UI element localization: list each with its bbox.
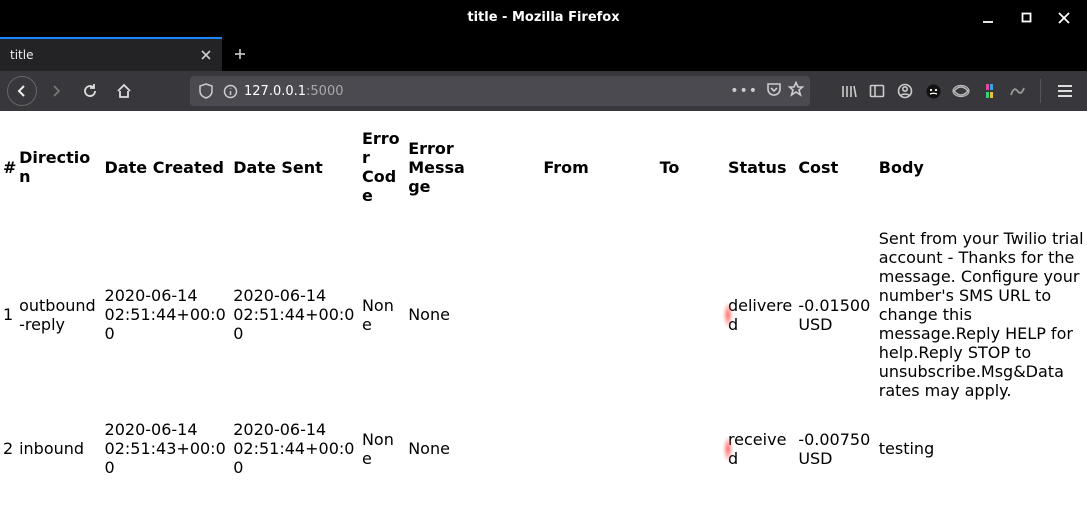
cell-direction: outbound-reply	[16, 219, 101, 410]
cell-from	[476, 410, 657, 487]
status-text: received	[728, 430, 786, 468]
cell-date-created: 2020-06-14 02:51:44+00:00	[102, 219, 231, 410]
page-content: # Direction Date Created Date Sent Error…	[0, 111, 1087, 528]
cell-num: 2	[0, 410, 16, 487]
cell-error-code: None	[359, 410, 405, 487]
url-host: 127.0.0.1	[244, 84, 306, 99]
cell-num: 1	[0, 219, 16, 410]
url-path: :5000	[306, 84, 343, 99]
col-status: Status	[725, 111, 795, 219]
library-icon[interactable]	[838, 80, 860, 102]
messages-table: # Direction Date Created Date Sent Error…	[0, 111, 1087, 487]
home-button[interactable]	[108, 75, 140, 107]
minimize-button[interactable]	[969, 0, 1007, 35]
window-titlebar: title - Mozilla Firefox	[0, 0, 1087, 35]
table-row: 1 outbound-reply 2020-06-14 02:51:44+00:…	[0, 219, 1087, 410]
cell-date-sent: 2020-06-14 02:51:44+00:00	[230, 410, 359, 487]
sidebar-icon[interactable]	[866, 80, 888, 102]
extension-icon-3[interactable]	[978, 80, 1000, 102]
redaction-smudge	[723, 436, 733, 462]
col-error-code: Error Code	[359, 111, 405, 219]
cell-direction: inbound	[16, 410, 101, 487]
extension-icon-1[interactable]	[922, 80, 944, 102]
col-body: Body	[876, 111, 1087, 219]
cell-to	[657, 219, 725, 410]
site-info-icon[interactable]	[220, 81, 240, 101]
cell-to	[657, 410, 725, 487]
tab-label: title	[10, 48, 33, 62]
cell-cost: -0.00750 USD	[795, 410, 875, 487]
app-menu-button[interactable]	[1049, 75, 1081, 107]
cell-date-sent: 2020-06-14 02:51:44+00:00	[230, 219, 359, 410]
tab-strip: title	[0, 35, 1087, 71]
tab-close-button[interactable]	[198, 47, 214, 63]
close-button[interactable]	[1045, 0, 1083, 35]
cell-error-code: None	[359, 219, 405, 410]
window-controls	[969, 0, 1083, 35]
reader-pocket-icon[interactable]	[766, 81, 782, 101]
cell-error-message: None	[405, 219, 475, 410]
cell-body: testing	[876, 410, 1087, 487]
col-cost: Cost	[795, 111, 875, 219]
maximize-button[interactable]	[1007, 0, 1045, 35]
browser-tab[interactable]: title	[0, 37, 222, 71]
col-to: To	[657, 111, 725, 219]
cell-date-created: 2020-06-14 02:51:43+00:00	[102, 410, 231, 487]
cell-error-message: None	[405, 410, 475, 487]
cell-from	[476, 219, 657, 410]
col-num: #	[0, 111, 16, 219]
col-date-created: Date Created	[102, 111, 231, 219]
bookmark-star-icon[interactable]	[788, 81, 804, 101]
forward-button[interactable]	[40, 75, 72, 107]
table-header-row: # Direction Date Created Date Sent Error…	[0, 111, 1087, 219]
cell-status: received	[725, 410, 795, 487]
urlbar-actions: •••	[730, 81, 804, 101]
cell-body: Sent from your Twilio trial account - Th…	[876, 219, 1087, 410]
cell-status: delivered	[725, 219, 795, 410]
redaction-smudge	[723, 302, 733, 328]
browser-toolbar: 127.0.0.1:5000 •••	[0, 71, 1087, 111]
account-icon[interactable]	[894, 80, 916, 102]
url-bar[interactable]: 127.0.0.1:5000 •••	[190, 76, 810, 106]
page-actions-icon[interactable]: •••	[730, 83, 758, 99]
col-error-message: Error Message	[405, 111, 475, 219]
extension-icon-4[interactable]	[1006, 80, 1028, 102]
table-row: 2 inbound 2020-06-14 02:51:43+00:00 2020…	[0, 410, 1087, 487]
status-text: delivered	[728, 296, 792, 334]
col-date-sent: Date Sent	[230, 111, 359, 219]
col-from: From	[476, 111, 657, 219]
back-button[interactable]	[6, 75, 38, 107]
toolbar-separator	[1040, 79, 1041, 103]
col-direction: Direction	[16, 111, 101, 219]
cell-cost: -0.01500 USD	[795, 219, 875, 410]
window-title: title - Mozilla Firefox	[0, 10, 1087, 25]
new-tab-button[interactable]	[222, 37, 258, 71]
toolbar-extensions	[838, 80, 1028, 102]
extension-icon-2[interactable]	[950, 80, 972, 102]
tracking-shield-icon[interactable]	[196, 81, 216, 101]
reload-button[interactable]	[74, 75, 106, 107]
